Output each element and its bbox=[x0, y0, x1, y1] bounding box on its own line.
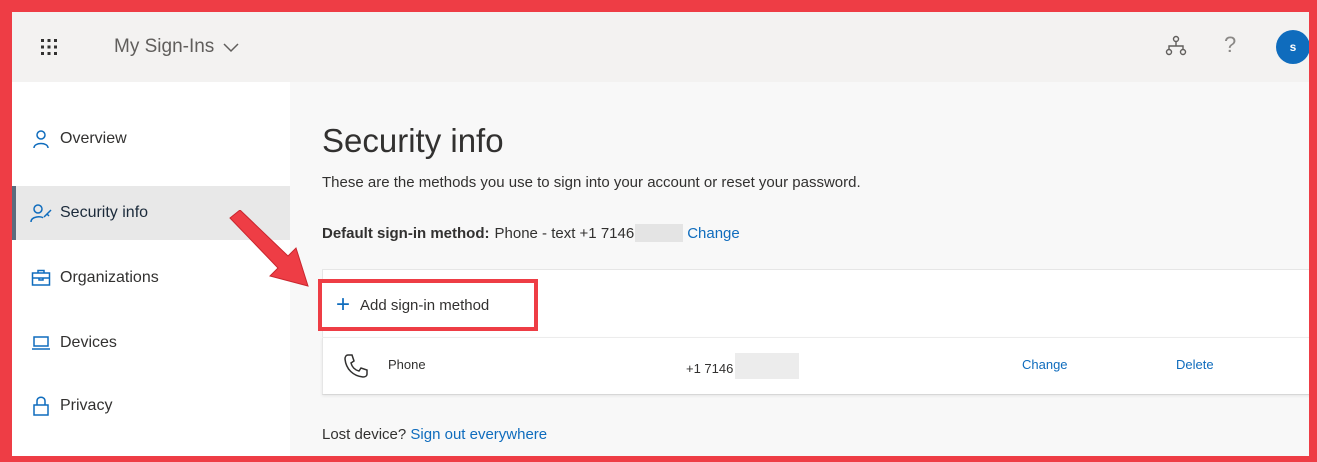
person-icon bbox=[30, 128, 52, 150]
method-number: +1 7146 bbox=[686, 360, 734, 376]
top-bar: My Sign-Ins ? s bbox=[12, 12, 1309, 83]
method-value: +1 7146 bbox=[686, 353, 800, 379]
sidebar-item-overview[interactable]: Overview bbox=[12, 112, 290, 166]
delete-method-link[interactable]: Delete bbox=[1176, 357, 1214, 372]
default-method-label: Default sign-in method: bbox=[322, 224, 490, 242]
redacted-number bbox=[635, 224, 684, 242]
screenshot-frame: My Sign-Ins ? s Overview Security info O… bbox=[0, 0, 1317, 462]
organization-icon[interactable] bbox=[1164, 34, 1188, 58]
app-launcher-icon[interactable] bbox=[38, 36, 60, 58]
add-method-label: Add sign-in method bbox=[360, 296, 490, 314]
plus-icon: + bbox=[336, 291, 351, 318]
page-subtitle: These are the methods you use to sign in… bbox=[322, 174, 861, 191]
page-title: Security info bbox=[322, 122, 504, 159]
default-sign-in-method: Default sign-in method: Phone - text +1 … bbox=[322, 224, 740, 242]
redacted-number bbox=[735, 353, 800, 379]
add-sign-in-method-button[interactable]: + Add sign-in method bbox=[318, 279, 538, 331]
method-row: Phone +1 7146 Change Delete bbox=[322, 337, 1309, 394]
security-person-icon bbox=[30, 202, 52, 224]
sign-out-everywhere-link[interactable]: Sign out everywhere bbox=[410, 426, 547, 443]
lost-device-line: Lost device? Sign out everywhere bbox=[322, 426, 547, 443]
app-title: My Sign-Ins bbox=[114, 36, 215, 57]
lock-icon bbox=[30, 395, 52, 417]
change-default-link[interactable]: Change bbox=[687, 225, 740, 242]
app-title-menu[interactable]: My Sign-Ins bbox=[114, 36, 240, 58]
sidebar-item-label: Overview bbox=[60, 130, 127, 147]
lost-device-text: Lost device? bbox=[322, 426, 407, 443]
phone-icon bbox=[344, 354, 368, 378]
main-content: Security info These are the methods you … bbox=[290, 82, 1309, 456]
red-arrow-icon bbox=[229, 210, 309, 287]
sidebar-item-label: Security info bbox=[60, 204, 149, 221]
default-method-value: Phone - text +1 7146 bbox=[494, 224, 635, 242]
sidebar-item-label: Privacy bbox=[60, 397, 113, 414]
sidebar-item-label: Devices bbox=[60, 334, 117, 351]
method-type: Phone bbox=[388, 357, 426, 372]
briefcase-icon bbox=[30, 267, 52, 289]
sidebar-item-privacy[interactable]: Privacy bbox=[12, 379, 290, 433]
chevron-down-icon bbox=[223, 43, 239, 53]
avatar[interactable]: s bbox=[1276, 30, 1309, 64]
change-method-link[interactable]: Change bbox=[1022, 357, 1068, 372]
sidebar-item-label: Organizations bbox=[60, 269, 159, 286]
sidebar-item-devices[interactable]: Devices bbox=[12, 316, 290, 370]
laptop-icon bbox=[30, 332, 52, 354]
help-icon[interactable]: ? bbox=[1224, 32, 1236, 58]
